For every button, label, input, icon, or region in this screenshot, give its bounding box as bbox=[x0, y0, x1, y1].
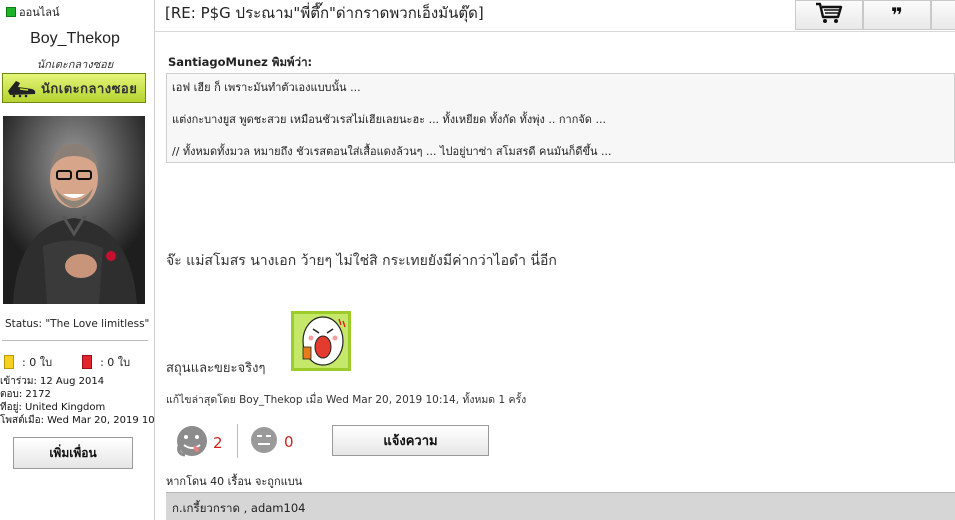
red-card-icon bbox=[82, 355, 93, 369]
rank-badge: นักเตะกลางซอย bbox=[2, 73, 146, 103]
post-toolbar: ❞ bbox=[795, 0, 955, 30]
like-vote[interactable]: 2 bbox=[175, 424, 223, 461]
rank-title: นักเตะกลางซอย bbox=[36, 58, 114, 71]
like-face-icon[interactable] bbox=[175, 424, 209, 461]
post-tagline: สถุนและขยะจริงๆ bbox=[166, 361, 266, 376]
card-counts: : 0 ใบ : 0 ใบ bbox=[4, 353, 130, 371]
quote-box: เอฟ เฮีย ก็ เพราะมันทำตัวเองแบบนั้น ... … bbox=[166, 73, 955, 163]
football-boot-icon bbox=[3, 74, 41, 102]
vote-divider bbox=[237, 424, 238, 458]
cart-button[interactable] bbox=[795, 0, 863, 30]
cart-icon bbox=[815, 2, 843, 29]
title-divider bbox=[155, 31, 955, 32]
reporters-names: ก.เกรี้ยวกราด , adam104 bbox=[172, 501, 306, 515]
reporters-list: ก.เกรี้ยวกราด , adam104 bbox=[166, 492, 955, 520]
joined-date: เข้าร่วม: 12 Aug 2014 bbox=[0, 376, 105, 387]
avatar[interactable] bbox=[3, 116, 145, 304]
user-status: Status: "The Love limitless" bbox=[5, 318, 150, 330]
laughing-sticker-icon bbox=[291, 311, 351, 371]
post-count: ตอบ: 2172 bbox=[0, 389, 51, 400]
quote-line: // ทั้งหมดทั้งมวล หมายถึง ชัวเรสตอนใส่เส… bbox=[172, 145, 612, 158]
more-button[interactable] bbox=[931, 0, 955, 30]
online-status: ออนไลน์ bbox=[6, 3, 60, 21]
quote-button[interactable]: ❞ bbox=[863, 0, 931, 30]
online-dot-icon bbox=[6, 7, 16, 17]
red-card-count: : 0 ใบ bbox=[100, 356, 131, 369]
post-body: จ๊ะ แม่สโมสร นางเอก ว้ายๆ ไม่ใช่สิ กระเท… bbox=[166, 253, 557, 269]
report-button[interactable]: แจ้งความ bbox=[332, 425, 489, 456]
quote-author: SantiagoMunez พิมพ์ว่า: bbox=[168, 55, 313, 69]
add-friend-button[interactable]: เพิ่มเพื่อน bbox=[13, 437, 133, 469]
user-sidebar: ออนไลน์ Boy_Thekop นักเตะกลางซอย นักเตะก… bbox=[0, 0, 155, 520]
last-post-time: โพสต์เมื่อ: Wed Mar 20, 2019 10:13 bbox=[0, 415, 155, 426]
yellow-card-icon bbox=[4, 355, 14, 369]
ban-note: หากโดน 40 เรื้อน จะถูกแบน bbox=[166, 475, 303, 488]
dislike-face-icon[interactable] bbox=[248, 424, 280, 459]
username[interactable]: Boy_Thekop bbox=[0, 30, 150, 48]
dislike-count: 0 bbox=[284, 432, 294, 451]
quote-line: แต่งกะบางยูส พูดชะสวย เหมือนชัวเรสไม่เฮี… bbox=[172, 113, 606, 126]
sidebar-divider bbox=[2, 340, 148, 341]
quote-line: เอฟ เฮีย ก็ เพราะมันทำตัวเองแบบนั้น ... bbox=[172, 81, 361, 94]
dislike-vote[interactable]: 0 bbox=[248, 424, 294, 459]
quote-icon: ❞ bbox=[891, 3, 903, 27]
post-title: [RE: P$G ประณาม"พี่ตึ๊ก"ด่ากราดพวกเอ็งมั… bbox=[165, 4, 484, 22]
edited-note: แก้ไขล่าสุดโดย Boy_Thekop เมื่อ Wed Mar … bbox=[166, 394, 527, 406]
user-info: เข้าร่วม: 12 Aug 2014 ตอบ: 2172 ที่อยู่:… bbox=[0, 375, 155, 427]
like-count: 2 bbox=[213, 433, 223, 452]
yellow-card-count: : 0 ใบ bbox=[22, 356, 53, 369]
user-location: ที่อยู่: United Kingdom bbox=[0, 402, 106, 413]
online-label: ออนไลน์ bbox=[19, 6, 60, 19]
rank-badge-label: นักเตะกลางซอย bbox=[41, 81, 138, 97]
